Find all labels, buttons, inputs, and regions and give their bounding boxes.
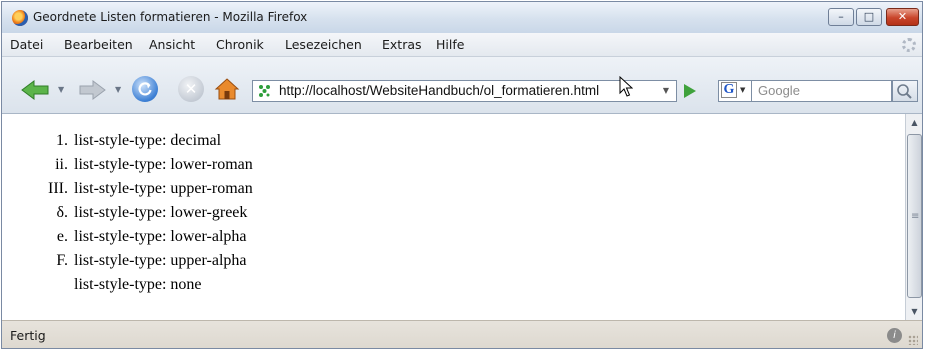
page-content: 1. list-style-type: decimal ii. list-sty… bbox=[2, 114, 905, 320]
resize-grip-icon[interactable] bbox=[908, 335, 918, 345]
list-item-text: list-style-type: lower-roman bbox=[74, 156, 253, 173]
list-marker: ii. bbox=[55, 156, 68, 173]
back-button[interactable] bbox=[20, 79, 50, 101]
browser-window: Geordnete Listen formatieren - Mozilla F… bbox=[1, 1, 923, 349]
search-placeholder: Google bbox=[758, 83, 800, 98]
vertical-scrollbar[interactable]: ▲ ≡ ▼ bbox=[905, 114, 922, 320]
scroll-down-arrow-icon[interactable]: ▼ bbox=[906, 303, 922, 320]
address-bar[interactable]: http://localhost/WebsiteHandbuch/ol_form… bbox=[252, 80, 677, 102]
title-bar: Geordnete Listen formatieren - Mozilla F… bbox=[2, 2, 922, 33]
status-bar: Fertig i bbox=[2, 320, 922, 348]
menu-lesezeichen[interactable]: Lesezeichen bbox=[285, 37, 362, 52]
minimize-button[interactable]: – bbox=[828, 8, 854, 26]
url-text[interactable]: http://localhost/WebsiteHandbuch/ol_form… bbox=[279, 83, 631, 98]
scrollbar-thumb[interactable]: ≡ bbox=[907, 134, 922, 298]
menu-bar: Datei Bearbeiten Ansicht Chronik Lesezei… bbox=[2, 33, 922, 57]
close-button[interactable]: ✕ bbox=[886, 8, 919, 26]
arrow-left-icon bbox=[21, 80, 49, 100]
menu-bearbeiten[interactable]: Bearbeiten bbox=[64, 37, 133, 52]
go-arrow-icon[interactable] bbox=[684, 84, 696, 98]
google-logo-icon: G bbox=[721, 82, 737, 98]
menu-extras[interactable]: Extras bbox=[382, 37, 422, 52]
home-button[interactable] bbox=[214, 77, 240, 101]
search-engine-selector[interactable]: G ▼ bbox=[718, 80, 752, 102]
arrow-right-icon bbox=[79, 80, 106, 100]
site-favicon-icon bbox=[259, 85, 270, 97]
throbber-icon bbox=[902, 38, 916, 52]
list-marker: F. bbox=[56, 252, 68, 269]
menu-chronik[interactable]: Chronik bbox=[216, 37, 264, 52]
navigation-toolbar: ▼ ▼ ✕ http://localhost/WebsiteHandbuch/o… bbox=[2, 57, 922, 114]
engine-chevron-icon: ▼ bbox=[740, 86, 746, 94]
home-icon bbox=[214, 78, 240, 100]
list-item-text: list-style-type: decimal bbox=[74, 132, 222, 149]
scroll-up-arrow-icon[interactable]: ▲ bbox=[906, 114, 922, 131]
list-marker: III. bbox=[48, 180, 68, 197]
menu-hilfe[interactable]: Hilfe bbox=[436, 37, 464, 52]
back-history-chevron-icon[interactable]: ▼ bbox=[58, 85, 64, 94]
magnifier-icon bbox=[897, 84, 912, 99]
list-item-text: list-style-type: none bbox=[74, 276, 202, 293]
list-marker: e. bbox=[56, 228, 68, 245]
firefox-logo-icon bbox=[12, 10, 28, 26]
scrollbar-grip-icon: ≡ bbox=[911, 211, 920, 222]
stop-icon: ✕ bbox=[184, 80, 198, 98]
forward-button[interactable] bbox=[79, 79, 107, 101]
search-button[interactable] bbox=[892, 80, 918, 102]
reload-button[interactable] bbox=[132, 76, 158, 102]
search-input[interactable]: Google bbox=[752, 80, 892, 102]
list-item-text: list-style-type: upper-roman bbox=[74, 180, 253, 197]
menu-ansicht[interactable]: Ansicht bbox=[149, 37, 195, 52]
status-info-icon: i bbox=[887, 328, 902, 343]
list-item-text: list-style-type: lower-alpha bbox=[74, 228, 247, 245]
list-item-text: list-style-type: lower-greek bbox=[74, 204, 248, 221]
mouse-cursor-icon bbox=[619, 76, 633, 97]
url-history-chevron-icon[interactable]: ▼ bbox=[655, 80, 677, 102]
menu-datei[interactable]: Datei bbox=[10, 37, 43, 52]
list-marker: δ. bbox=[56, 204, 68, 221]
window-title: Geordnete Listen formatieren - Mozilla F… bbox=[33, 10, 308, 24]
maximize-button[interactable]: □ bbox=[856, 8, 882, 26]
reload-icon bbox=[138, 82, 152, 96]
list-item-text: list-style-type: upper-alpha bbox=[74, 252, 247, 269]
forward-history-chevron-icon[interactable]: ▼ bbox=[115, 85, 121, 94]
list-marker: 1. bbox=[56, 132, 68, 149]
status-text: Fertig bbox=[10, 328, 46, 343]
stop-button[interactable]: ✕ bbox=[178, 76, 204, 102]
